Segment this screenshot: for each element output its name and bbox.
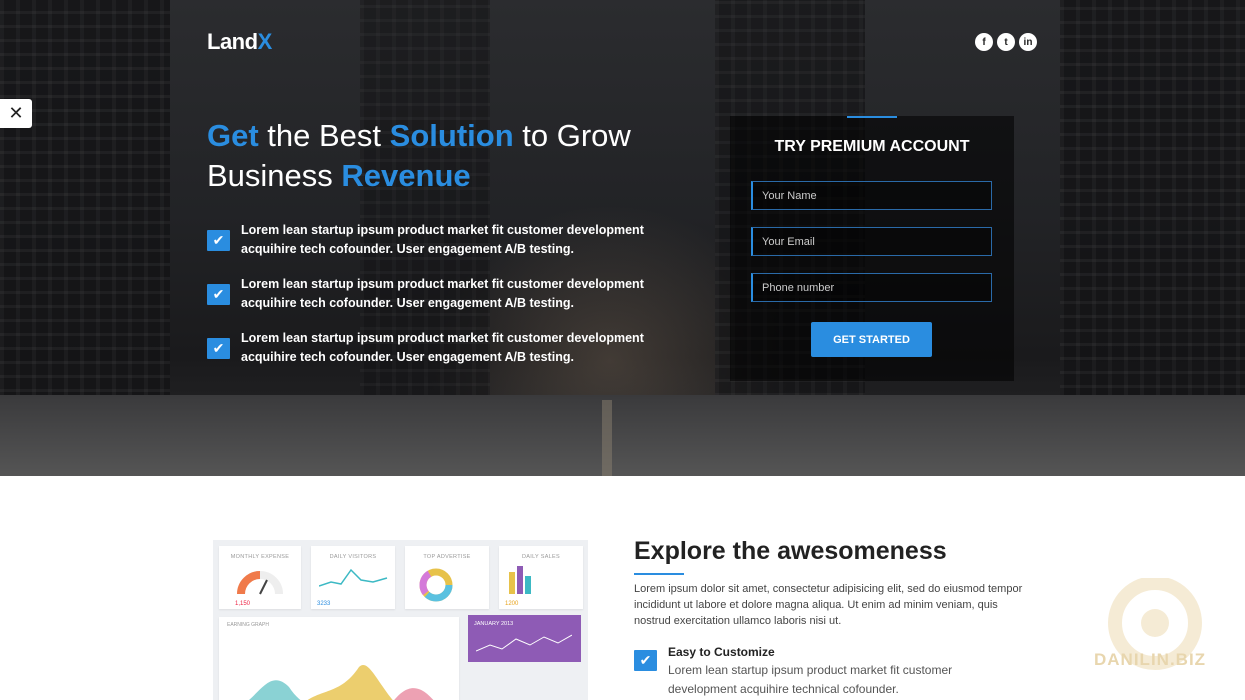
linkedin-icon[interactable]: in: [1019, 33, 1037, 51]
feature-text: Lorem lean startup ipsum product market …: [668, 663, 953, 696]
facebook-icon[interactable]: f: [975, 33, 993, 51]
feature-item: ✔ Lorem lean startup ipsum product marke…: [207, 329, 687, 367]
feature-text: Lorem lean startup ipsum product market …: [241, 331, 644, 364]
social-links: f t in: [975, 33, 1037, 51]
explore-description: Lorem ipsum dolor sit amet, consectetur …: [634, 583, 1023, 627]
bar-icon: [517, 566, 523, 594]
card-title: TOP ADVERTISE: [423, 554, 471, 560]
donut-chart-icon: [419, 568, 453, 602]
title-underline: [634, 573, 684, 575]
twitter-icon[interactable]: t: [997, 33, 1015, 51]
sales-card: DAILY SALES 1200: [499, 546, 583, 609]
feature-list: ✔ Lorem lean startup ipsum product marke…: [207, 221, 687, 383]
hero-headline: Get the Best Solution to Grow Business R…: [207, 118, 631, 193]
gauge-icon: [237, 571, 283, 595]
tools-icon[interactable]: ✕: [0, 99, 32, 128]
expense-card: MONTHLY EXPENSE 1,150: [219, 546, 301, 609]
card-title: DAILY VISITORS: [329, 554, 377, 560]
card-value: 1,150: [235, 601, 251, 607]
background-building: [1060, 0, 1245, 430]
background-building: [0, 0, 170, 420]
feature-text: Lorem lean startup ipsum product market …: [241, 223, 644, 256]
earning-graph-card: EARNING GRAPH: [219, 617, 459, 700]
email-field[interactable]: Your Email: [751, 227, 992, 256]
visitors-card: DAILY VISITORS 3233: [311, 546, 395, 609]
feature-text: Lorem lean startup ipsum product market …: [241, 277, 644, 310]
line-chart-icon: [319, 568, 388, 587]
checkmark-icon: ✔: [634, 650, 657, 671]
dashboard-preview: MONTHLY EXPENSE 1,150 DAILY VISITORS 323…: [213, 540, 588, 700]
card-value: 1200: [505, 601, 519, 607]
hero-section: LandX f t in Get the Best Solution to Gr…: [0, 0, 1245, 476]
name-field[interactable]: Your Name: [751, 181, 992, 210]
feature-title: Easy to Customize: [668, 645, 775, 659]
form-title: TRY PREMIUM ACCOUNT: [774, 138, 970, 155]
explore-title: Explore the awesomeness: [634, 537, 947, 565]
card-title: DAILY SALES: [522, 554, 560, 560]
checkmark-icon: ✔: [207, 337, 230, 359]
watermark-logo: [1108, 578, 1202, 670]
form-accent-line: [847, 116, 897, 118]
bar-icon: [509, 572, 515, 594]
advertise-card: TOP ADVERTISE: [405, 546, 489, 609]
logo[interactable]: LandX: [207, 29, 272, 55]
bar-icon: [525, 576, 531, 594]
watermark-text: DANILIN.BIZ: [1094, 650, 1207, 669]
card-title: EARNING GRAPH: [227, 622, 269, 628]
feature-item: ✔ Lorem lean startup ipsum product marke…: [207, 275, 687, 313]
calendar-card: JANUARY 2013: [468, 615, 581, 662]
get-started-button[interactable]: GET STARTED: [811, 322, 932, 357]
feature-item: ✔ Lorem lean startup ipsum product marke…: [207, 221, 687, 259]
phone-field[interactable]: Phone number: [751, 273, 992, 302]
card-title: JANUARY 2013: [474, 621, 514, 627]
signup-form: TRY PREMIUM ACCOUNT Your Name Your Email…: [730, 116, 1014, 381]
area-chart-icon: [248, 665, 434, 700]
sparkline-icon: [476, 634, 572, 652]
card-title: MONTHLY EXPENSE: [230, 554, 290, 560]
card-value: 3233: [317, 601, 331, 607]
checkmark-icon: ✔: [207, 283, 230, 305]
road-marking: [602, 400, 612, 476]
background-road: [0, 395, 1245, 476]
checkmark-icon: ✔: [207, 229, 230, 251]
